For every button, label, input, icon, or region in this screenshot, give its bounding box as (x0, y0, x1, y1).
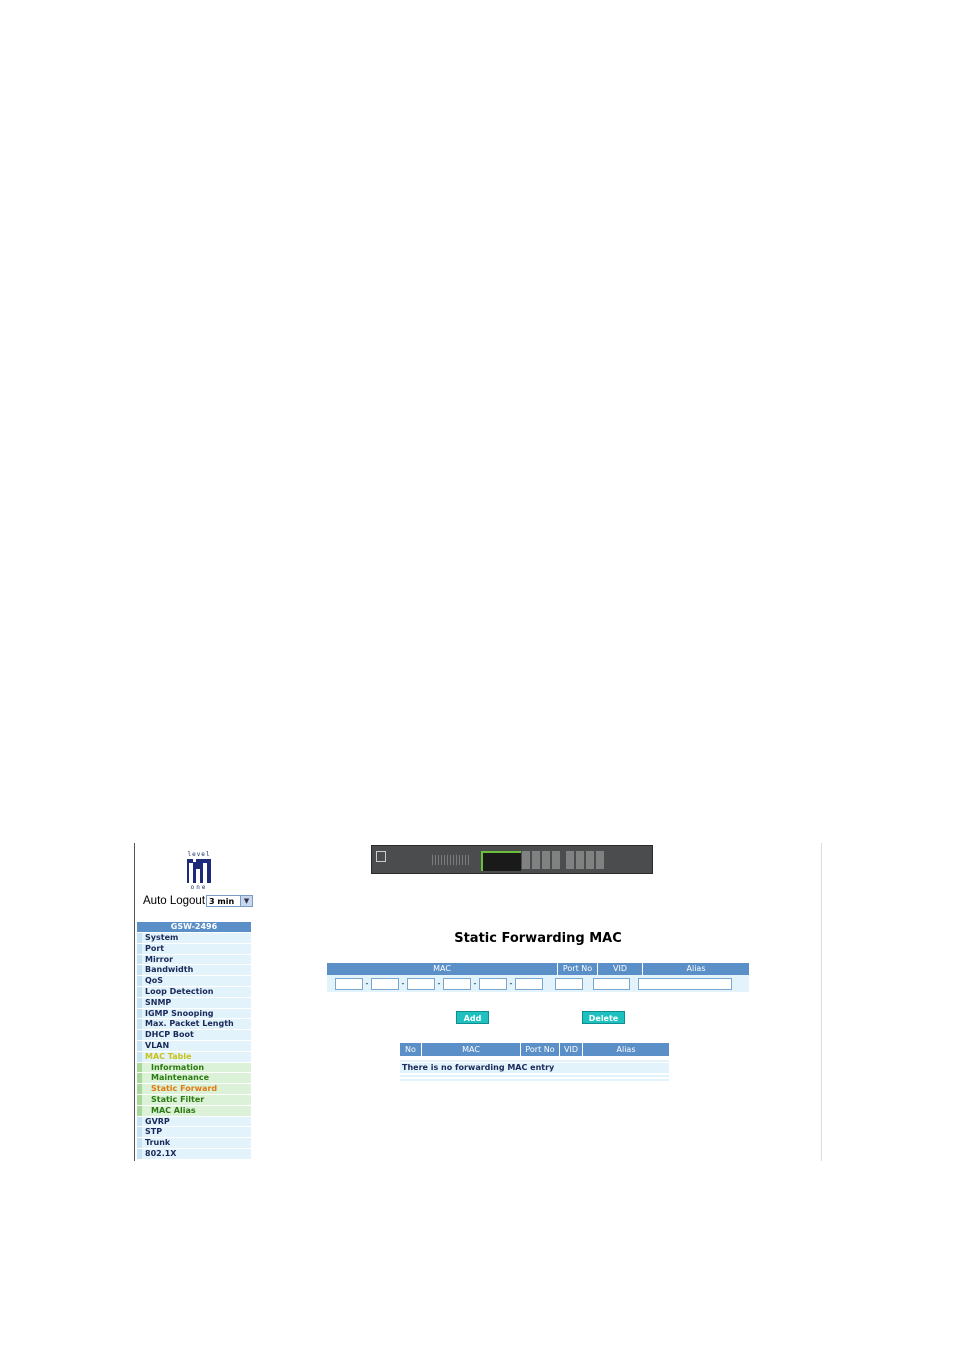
sidebar-item-label: MAC Table (145, 1051, 192, 1061)
alias-input[interactable] (638, 977, 732, 990)
sidebar-item-label: Mirror (145, 954, 174, 964)
levelone-logo[interactable]: level one (186, 851, 212, 891)
sidebar-item-mac-table[interactable]: MAC Table (137, 1051, 251, 1062)
sidebar-item-label: STP (145, 1127, 163, 1137)
sidebar-item-label: MAC Alias (151, 1105, 196, 1115)
sidebar-item-label: System (145, 933, 179, 942)
frame-right-border (821, 843, 822, 1161)
sidebar-item-dhcp-boot[interactable]: DHCP Boot (137, 1030, 251, 1040)
list-divider (400, 1075, 669, 1077)
col-mac: MAC (422, 1043, 521, 1056)
mac-separator: - (401, 979, 405, 988)
chevron-down-icon[interactable]: ▼ (240, 895, 253, 906)
device-port-group (522, 851, 561, 869)
sidebar-item-igmp-snooping[interactable]: IGMP Snooping (137, 1008, 251, 1019)
forwarding-mac-list: No MAC Port No VID Alias There is no for… (400, 1043, 669, 1081)
frame-left-border (134, 843, 135, 1161)
list-divider (400, 1060, 669, 1062)
mac-separator: - (437, 979, 441, 988)
sidebar-item-stp[interactable]: STP (137, 1127, 251, 1138)
col-port-no: Port No (558, 963, 598, 975)
logo-bottom-text: one (190, 884, 208, 891)
col-alias: Alias (583, 1043, 669, 1056)
mac-octet-4-input[interactable] (443, 977, 471, 990)
auto-logout-select[interactable]: 3 min ▼ (206, 894, 254, 907)
sidebar-item-label: Bandwidth (145, 965, 194, 975)
mac-octet-1-input[interactable] (335, 977, 363, 990)
sidebar-item-label: GVRP (145, 1116, 170, 1126)
sidebar-item-label: Static Filter (151, 1094, 205, 1104)
col-alias: Alias (643, 963, 749, 975)
device-port-group (566, 851, 604, 869)
sidebar-item-snmp[interactable]: SNMP (137, 997, 251, 1008)
sidebar-menu: GSW-2496 System Port Mirror Bandwidth Qo… (137, 922, 251, 1160)
col-vid: VID (598, 963, 643, 975)
sidebar-item-bandwidth[interactable]: Bandwidth (137, 965, 251, 976)
sidebar-item-label: VLAN (145, 1040, 170, 1050)
switch-panel-image (371, 845, 653, 874)
sidebar-subitem-maintenance[interactable]: Maintenance (137, 1073, 251, 1084)
device-port-group (481, 851, 521, 871)
mac-entry-table: MAC Port No VID Alias - - - - - (327, 963, 749, 992)
mac-separator: - (473, 979, 477, 988)
sidebar-item-label: Max. Packet Length (145, 1019, 234, 1029)
mac-octet-2-input[interactable] (371, 977, 399, 990)
sidebar-item-port[interactable]: Port (137, 943, 251, 954)
sidebar-item-label: Loop Detection (145, 986, 214, 996)
col-no: No (400, 1043, 422, 1056)
sidebar-item-mirror[interactable]: Mirror (137, 954, 251, 965)
col-mac: MAC (327, 963, 558, 975)
auto-logout: Auto Logout 3 min ▼ (143, 893, 254, 908)
sidebar-item-label: Port (145, 943, 165, 953)
sidebar-item-label: QoS (145, 976, 164, 986)
sidebar-subitem-static-filter[interactable]: Static Filter (137, 1094, 251, 1105)
page-title: Static Forwarding MAC (454, 931, 622, 946)
sidebar-item-qos[interactable]: QoS (137, 976, 251, 986)
col-port-no: Port No (521, 1043, 560, 1056)
device-logo-icon (376, 851, 386, 862)
add-button[interactable]: Add (456, 1011, 489, 1024)
mac-separator: - (509, 979, 513, 988)
sidebar-item-802-1x[interactable]: 802.1X (137, 1148, 251, 1159)
sidebar-item-trunk[interactable]: Trunk (137, 1138, 251, 1148)
mac-separator: - (365, 979, 369, 988)
sidebar-subitem-mac-alias[interactable]: MAC Alias (137, 1105, 251, 1116)
mac-octet-6-input[interactable] (515, 977, 543, 990)
entry-input-row: - - - - - (327, 975, 749, 992)
sidebar-item-vlan[interactable]: VLAN (137, 1040, 251, 1051)
entry-table-header: MAC Port No VID Alias (327, 963, 749, 975)
delete-button[interactable]: Delete (582, 1011, 625, 1024)
device-leds (432, 855, 470, 865)
sidebar-item-label: Maintenance (151, 1073, 210, 1083)
sidebar-item-label: Information (151, 1062, 205, 1072)
sidebar-item-label: Static Forward (151, 1084, 218, 1094)
sidebar-item-max-packet-length[interactable]: Max. Packet Length (137, 1019, 251, 1030)
auto-logout-label: Auto Logout (143, 894, 206, 907)
sidebar-item-loop-detection[interactable]: Loop Detection (137, 986, 251, 997)
logo-block-icon (187, 859, 211, 883)
list-divider (400, 1079, 669, 1081)
mac-octet-3-input[interactable] (407, 977, 435, 990)
mac-octet-5-input[interactable] (479, 977, 507, 990)
sidebar-header: GSW-2496 (137, 922, 251, 932)
sidebar-item-system[interactable]: System (137, 933, 251, 943)
col-vid: VID (560, 1043, 583, 1056)
sidebar-subitem-static-forward[interactable]: Static Forward (137, 1084, 251, 1094)
list-table-header: No MAC Port No VID Alias (400, 1043, 669, 1056)
sidebar-item-label: DHCP Boot (145, 1030, 194, 1040)
port-no-input[interactable] (555, 977, 583, 990)
sidebar-item-label: SNMP (145, 997, 172, 1007)
sidebar-item-gvrp[interactable]: GVRP (137, 1116, 251, 1127)
sidebar-item-label: Trunk (145, 1138, 171, 1148)
logo-top-text: level (187, 851, 211, 858)
empty-list-message: There is no forwarding MAC entry (400, 1063, 669, 1073)
sidebar-subitem-information[interactable]: Information (137, 1062, 251, 1073)
auto-logout-value: 3 min (209, 896, 235, 906)
sidebar-item-label: 802.1X (145, 1148, 177, 1158)
sidebar-item-label: IGMP Snooping (145, 1008, 214, 1018)
vid-input[interactable] (593, 977, 630, 990)
